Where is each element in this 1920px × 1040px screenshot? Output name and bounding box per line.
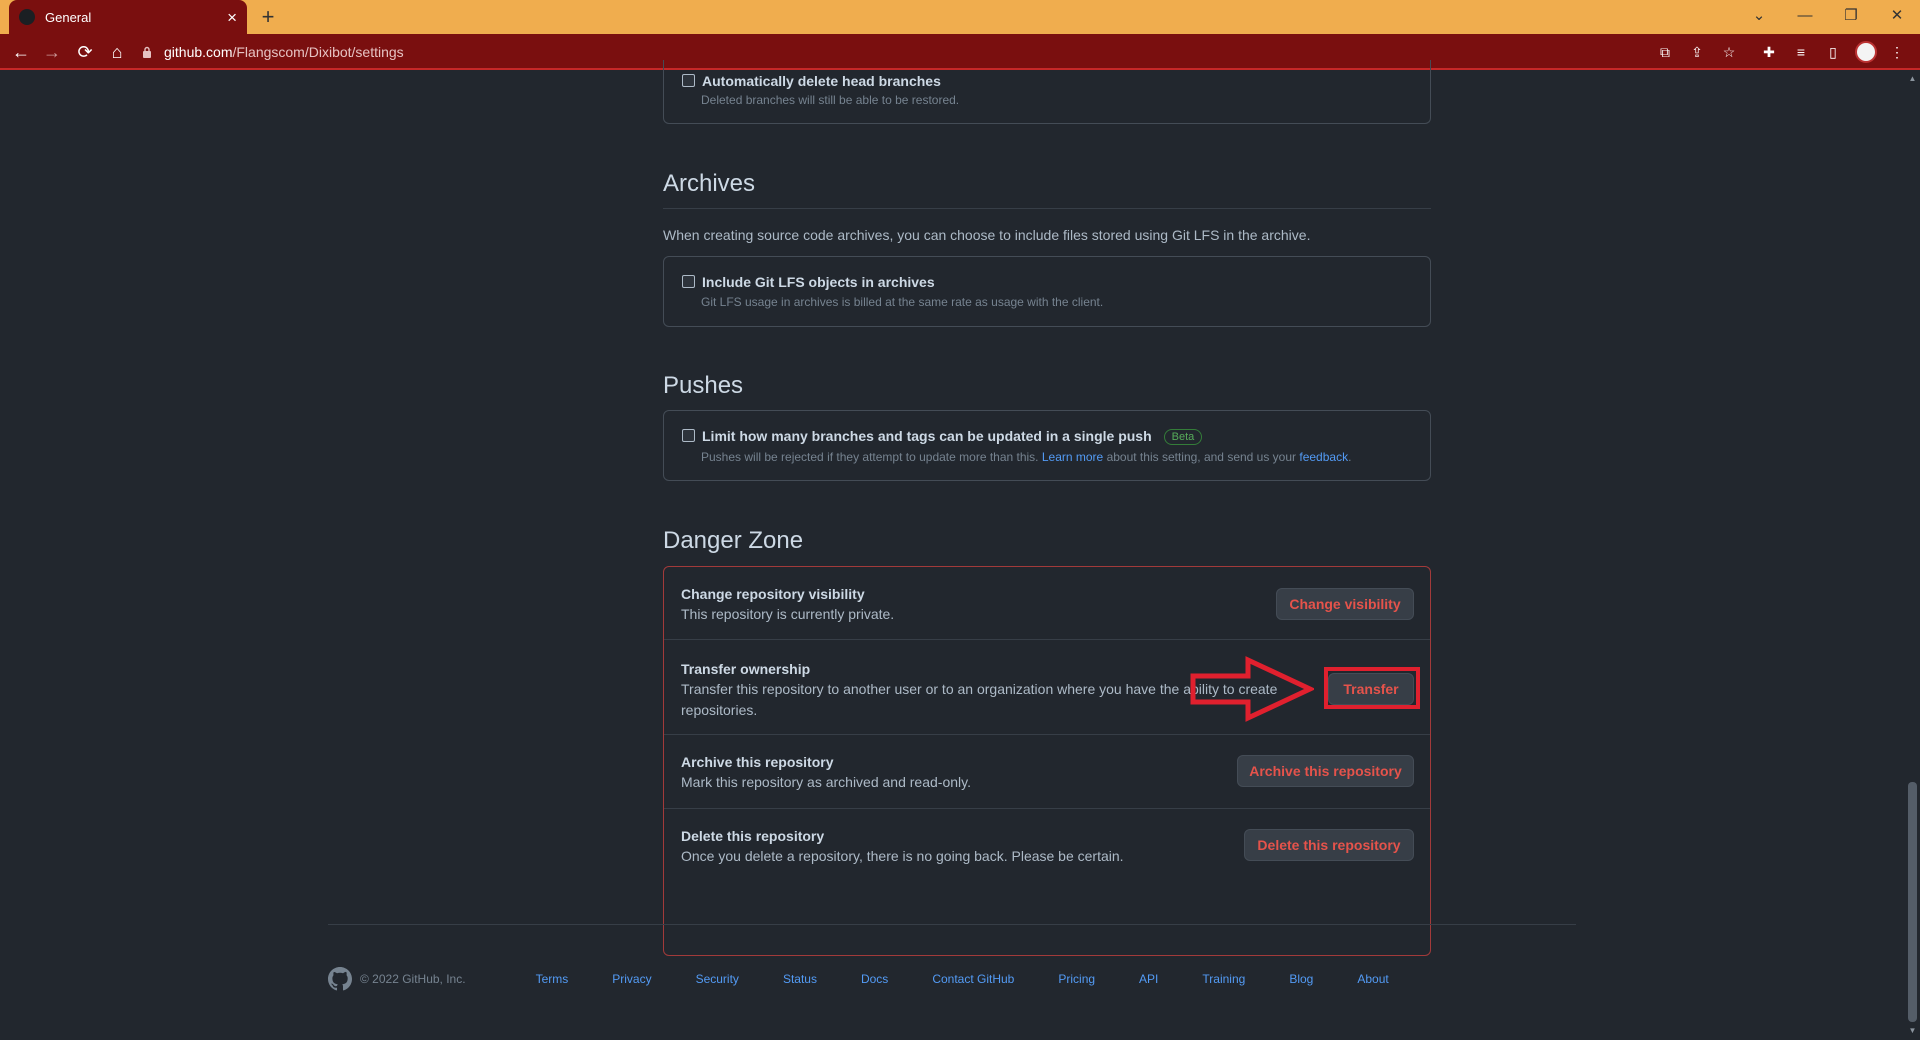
pushes-box: Limit how many branches and tags can be … <box>663 410 1431 481</box>
archive-title: Archive this repository <box>681 754 834 770</box>
pushes-note-start: Pushes will be rejected if they attempt … <box>701 450 1042 464</box>
auto-delete-checkbox[interactable] <box>682 74 695 87</box>
danger-item-archive: Archive this repository Mark this reposi… <box>664 735 1430 809</box>
annotation-highlight-box <box>1324 667 1420 709</box>
limit-pushes-note: Pushes will be rejected if they attempt … <box>701 450 1351 464</box>
footer-divider <box>328 924 1576 925</box>
footer-link-contact[interactable]: Contact GitHub <box>932 972 1014 986</box>
forward-arrow-icon[interactable]: → <box>38 38 66 66</box>
tab-title: General <box>45 9 92 25</box>
footer-copyright: © 2022 GitHub, Inc. <box>360 972 466 986</box>
github-favicon-icon <box>19 9 35 25</box>
archive-description: Mark this repository as archived and rea… <box>681 774 971 790</box>
footer-link-docs[interactable]: Docs <box>861 972 888 986</box>
close-window-button[interactable]: ✕ <box>1874 0 1920 30</box>
pushes-note-middle: about this setting, and send us your <box>1103 450 1300 464</box>
feedback-link[interactable]: feedback <box>1299 450 1348 464</box>
footer-link-terms[interactable]: Terms <box>536 972 569 986</box>
page-scrollbar[interactable]: ▲ ▼ <box>1905 72 1920 1040</box>
archives-heading: Archives <box>663 170 1431 209</box>
footer-link-status[interactable]: Status <box>783 972 817 986</box>
github-mark-icon[interactable] <box>328 967 352 991</box>
tab-search-icon[interactable]: ⌄ <box>1736 0 1782 30</box>
url-text: github.com/Flangscom/Dixibot/settings <box>164 44 404 60</box>
footer-link-blog[interactable]: Blog <box>1289 972 1313 986</box>
annotation-arrow-icon <box>1190 656 1314 722</box>
footer-link-security[interactable]: Security <box>696 972 739 986</box>
lock-icon <box>140 45 154 59</box>
visibility-description: This repository is currently private. <box>681 606 895 622</box>
danger-zone-heading: Danger Zone <box>663 527 804 554</box>
visibility-title: Change repository visibility <box>681 586 865 602</box>
url-path: /Flangscom/Dixibot/settings <box>232 44 404 60</box>
reload-icon[interactable]: ⟳ <box>71 38 99 66</box>
limit-pushes-label: Limit how many branches and tags can be … <box>702 428 1203 445</box>
archives-box: Include Git LFS objects in archives Git … <box>663 256 1431 327</box>
delete-description: Once you delete a repository, there is n… <box>681 848 1124 864</box>
browser-titlebar: General × + ⌄ — ❐ ✕ <box>0 0 1920 34</box>
page-footer: © 2022 GitHub, Inc. Terms Privacy Securi… <box>328 967 1576 991</box>
limit-pushes-text: Limit how many branches and tags can be … <box>702 428 1152 444</box>
footer-link-about[interactable]: About <box>1357 972 1388 986</box>
scrollbar-thumb[interactable] <box>1908 782 1917 1022</box>
delete-title: Delete this repository <box>681 828 825 844</box>
footer-link-api[interactable]: API <box>1139 972 1158 986</box>
side-panel-icon[interactable]: ▯ <box>1822 41 1844 63</box>
auto-delete-note: Deleted branches will still be able to b… <box>701 93 960 107</box>
beta-badge: Beta <box>1163 429 1203 445</box>
browser-tab[interactable]: General × <box>9 0 247 34</box>
restore-button[interactable]: ❐ <box>1828 0 1874 30</box>
footer-link-pricing[interactable]: Pricing <box>1058 972 1095 986</box>
transfer-title: Transfer ownership <box>681 661 811 677</box>
delete-repository-button[interactable]: Delete this repository <box>1244 829 1414 861</box>
pushes-heading: Pushes <box>663 372 744 399</box>
profile-avatar[interactable] <box>1855 41 1877 63</box>
archives-description: When creating source code archives, you … <box>663 227 1311 243</box>
scroll-down-icon[interactable]: ▼ <box>1908 1026 1917 1035</box>
tab-close-icon[interactable]: × <box>227 9 237 26</box>
new-tab-button[interactable]: + <box>254 4 282 30</box>
back-arrow-icon[interactable]: ← <box>7 38 35 66</box>
footer-link-privacy[interactable]: Privacy <box>612 972 651 986</box>
extensions-icon[interactable]: ✚ <box>1758 41 1780 63</box>
pushes-note-end: . <box>1348 450 1352 464</box>
include-lfs-checkbox[interactable] <box>682 275 695 288</box>
home-icon[interactable]: ⌂ <box>103 38 131 66</box>
minimize-button[interactable]: — <box>1782 0 1828 30</box>
change-visibility-button[interactable]: Change visibility <box>1276 588 1414 620</box>
danger-item-visibility: Change repository visibility This reposi… <box>664 567 1430 640</box>
auto-delete-label: Automatically delete head branches <box>702 73 941 89</box>
limit-pushes-checkbox[interactable] <box>682 429 695 442</box>
footer-link-training[interactable]: Training <box>1202 972 1245 986</box>
archive-repository-button[interactable]: Archive this repository <box>1237 755 1414 787</box>
media-icon[interactable]: ≡ <box>1790 41 1812 63</box>
url-host: github.com <box>164 44 233 60</box>
include-lfs-note: Git LFS usage in archives is billed at t… <box>701 295 1104 309</box>
auto-delete-box: Automatically delete head branches Delet… <box>663 60 1431 124</box>
star-icon[interactable]: ☆ <box>1718 41 1740 63</box>
include-lfs-label: Include Git LFS objects in archives <box>702 274 935 290</box>
danger-item-transfer: Transfer ownership Transfer this reposit… <box>664 640 1430 735</box>
menu-icon[interactable]: ⋮ <box>1886 41 1908 63</box>
scroll-up-icon[interactable]: ▲ <box>1908 74 1917 83</box>
learn-more-link[interactable]: Learn more <box>1042 450 1103 464</box>
danger-item-delete: Delete this repository Once you delete a… <box>664 809 1430 955</box>
translate-icon[interactable]: ⧉ <box>1654 41 1676 63</box>
danger-zone-box: Change repository visibility This reposi… <box>663 566 1431 956</box>
share-icon[interactable]: ⇪ <box>1686 41 1708 63</box>
